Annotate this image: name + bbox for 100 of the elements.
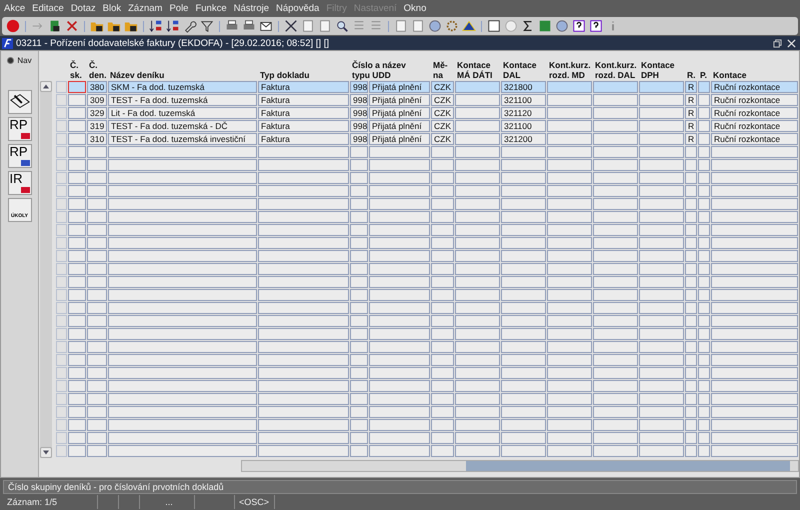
row-marker[interactable] xyxy=(56,224,67,236)
row-marker[interactable] xyxy=(56,302,67,314)
nav-button[interactable]: IR xyxy=(8,171,32,195)
row-marker[interactable] xyxy=(56,185,67,197)
wrench-icon[interactable] xyxy=(183,19,197,33)
table-row[interactable]: 380 SKM - Fa dod. tuzemská Faktura 998 Přijatá plnění CZK 321800 R Ruční rozkontace xyxy=(56,81,799,94)
table-cell xyxy=(547,380,592,392)
table-row[interactable]: 310 TEST - Fa dod. tuzemská investiční Faktura 998 Přijatá plnění CZK 321200 R Ruční rozkontace xyxy=(56,133,799,146)
row-marker[interactable] xyxy=(56,315,67,327)
row-marker[interactable] xyxy=(56,172,67,184)
table-cell xyxy=(639,211,684,223)
nav-button[interactable]: RP xyxy=(8,117,32,141)
table-cell xyxy=(698,81,710,93)
scroll-up-icon[interactable] xyxy=(40,81,52,92)
table-cell xyxy=(593,146,638,158)
table-cell xyxy=(698,419,710,431)
table-cell xyxy=(501,198,546,210)
row-marker[interactable] xyxy=(56,432,67,444)
table-row[interactable]: 319 TEST - Fa dod. tuzemská - DČ Faktura 998 Přijatá plnění CZK 321100 R Ruční rozkontace xyxy=(56,120,799,133)
table-cell xyxy=(68,198,86,210)
table-cell xyxy=(698,406,710,418)
row-marker[interactable] xyxy=(56,263,67,275)
row-marker[interactable] xyxy=(56,250,67,262)
table-cell xyxy=(639,302,684,314)
sort-icon[interactable] xyxy=(149,19,163,33)
row-marker[interactable] xyxy=(56,341,67,353)
help-icon[interactable] xyxy=(572,19,586,33)
filter-icon[interactable] xyxy=(200,19,214,33)
table-cell xyxy=(698,224,710,236)
table-cell xyxy=(698,289,710,301)
document-icon[interactable] xyxy=(411,19,425,33)
sort-icon[interactable] xyxy=(166,19,180,33)
row-marker[interactable] xyxy=(56,445,67,457)
nav-button[interactable]: RP xyxy=(8,144,32,168)
menu-item[interactable]: Dotaz xyxy=(70,2,96,14)
triangle-icon[interactable] xyxy=(462,19,476,33)
table-row[interactable]: 329 Lit - Fa dod. tuzemská Faktura 998 Přijatá plnění CZK 321120 R Ruční rozkontace xyxy=(56,107,799,120)
exit-icon[interactable] xyxy=(6,19,20,33)
row-marker[interactable] xyxy=(56,237,67,249)
magnifier-icon[interactable] xyxy=(335,19,349,33)
menu-item[interactable]: Funkce xyxy=(195,2,227,14)
help-icon[interactable] xyxy=(589,19,603,33)
menu-item[interactable]: Okno xyxy=(404,2,426,14)
table-cell xyxy=(87,341,107,353)
row-marker[interactable] xyxy=(56,289,67,301)
close-icon[interactable] xyxy=(787,38,796,48)
envelope-icon[interactable] xyxy=(259,19,273,33)
row-marker[interactable] xyxy=(56,94,67,106)
row-marker[interactable] xyxy=(56,120,67,132)
table-cell xyxy=(369,289,430,301)
row-marker[interactable] xyxy=(56,406,67,418)
row-marker[interactable] xyxy=(56,211,67,223)
table-cell xyxy=(431,237,454,249)
vertical-scrollbar[interactable] xyxy=(40,81,52,458)
row-marker[interactable] xyxy=(56,380,67,392)
row-marker[interactable] xyxy=(56,354,67,366)
table-cell xyxy=(369,211,430,223)
table-cell xyxy=(87,380,107,392)
row-marker[interactable] xyxy=(56,107,67,119)
restore-icon[interactable] xyxy=(773,38,782,48)
row-marker[interactable] xyxy=(56,419,67,431)
table-cell: Faktura xyxy=(258,120,349,132)
table-cell xyxy=(547,289,592,301)
row-marker[interactable] xyxy=(56,133,67,145)
table-cell: Faktura xyxy=(258,107,349,119)
table-cell xyxy=(639,146,684,158)
cross-icon[interactable] xyxy=(65,19,79,33)
nav-radio[interactable]: Nav xyxy=(7,56,32,65)
row-marker[interactable] xyxy=(56,276,67,288)
row-marker[interactable] xyxy=(56,146,67,158)
table-cell xyxy=(455,211,500,223)
table-cell xyxy=(87,315,107,327)
row-marker[interactable] xyxy=(56,198,67,210)
table-cell xyxy=(685,172,697,184)
row-marker[interactable] xyxy=(56,159,67,171)
menu-item[interactable]: Pole xyxy=(169,2,188,14)
scroll-down-icon[interactable] xyxy=(40,447,52,458)
menu-item[interactable]: Akce xyxy=(4,2,26,14)
table-cell xyxy=(455,185,500,197)
row-marker[interactable] xyxy=(56,393,67,405)
table-cell xyxy=(698,211,710,223)
table-cell: TEST - Fa dod. tuzemská xyxy=(108,94,257,106)
menu-item[interactable]: Editace xyxy=(32,2,64,14)
table-cell xyxy=(431,432,454,444)
table-cell xyxy=(431,419,454,431)
menu-item[interactable]: Nástroje xyxy=(234,2,269,14)
table-cell xyxy=(685,419,697,431)
nav-button[interactable] xyxy=(8,90,32,114)
horizontal-scrollbar[interactable] xyxy=(241,460,799,472)
row-marker[interactable] xyxy=(56,328,67,340)
menu-item[interactable]: Blok xyxy=(102,2,122,14)
table-cell xyxy=(639,393,684,405)
row-marker[interactable] xyxy=(56,81,67,93)
table-cell xyxy=(455,276,500,288)
row-marker[interactable] xyxy=(56,367,67,379)
table-cell: 998 xyxy=(350,120,368,132)
document-icon[interactable] xyxy=(394,19,408,33)
table-row[interactable]: 309 TEST - Fa dod. tuzemská Faktura 998 Přijatá plnění CZK 321100 R Ruční rozkontace xyxy=(56,94,799,107)
menu-item[interactable]: Nápověda xyxy=(276,2,320,14)
menu-item[interactable]: Záznam xyxy=(128,2,162,14)
